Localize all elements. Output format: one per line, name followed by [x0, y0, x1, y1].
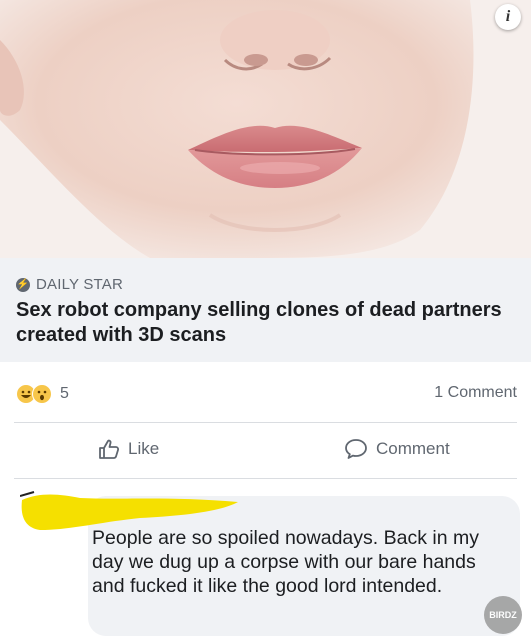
redaction-mark — [20, 491, 238, 530]
source-name: DAILY STAR — [36, 276, 124, 293]
comment-count-link[interactable]: 1 Comment — [434, 384, 517, 402]
comment-text: People are so spoiled nowadays. Back in … — [92, 527, 479, 597]
like-button[interactable]: Like — [98, 438, 159, 460]
like-label: Like — [128, 439, 160, 458]
face-photo — [0, 0, 531, 258]
article-headline[interactable]: Sex robot company selling clones of dead… — [16, 298, 506, 348]
divider — [14, 478, 517, 479]
divider — [14, 422, 517, 423]
watermark-logo: BIRDZ — [484, 596, 522, 634]
post-stats: 5 1 Comment — [0, 362, 531, 422]
comment-button[interactable]: Comment — [344, 438, 450, 460]
reaction-count: 5 — [60, 385, 69, 402]
source-icon: ⚡ — [16, 277, 30, 292]
comment-icon — [345, 439, 367, 459]
reactions-summary[interactable]: 5 — [16, 384, 69, 404]
article-image[interactable]: i — [0, 0, 531, 258]
link-preview[interactable]: ⚡ DAILY STAR Sex robot company selling c… — [0, 258, 531, 362]
info-icon[interactable]: i — [495, 4, 521, 30]
source-label: ⚡ DAILY STAR — [16, 276, 123, 293]
comment-label: Comment — [376, 439, 450, 458]
thumbs-up-icon — [99, 439, 120, 459]
action-bar: Like Comment — [0, 424, 531, 476]
wow-reaction-icon — [32, 384, 52, 404]
